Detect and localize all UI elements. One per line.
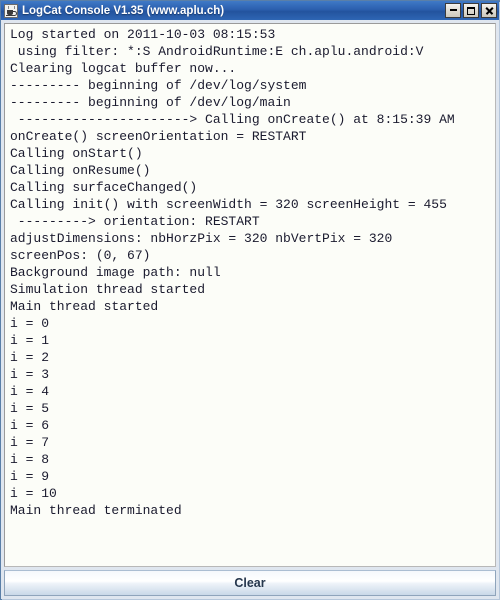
log-line: Calling onStart() bbox=[10, 146, 143, 161]
log-line: Simulation thread started bbox=[10, 282, 206, 297]
log-line: Main thread terminated bbox=[10, 503, 182, 518]
window-content: Log started on 2011-10-03 08:15:53 using… bbox=[1, 20, 499, 599]
log-line: onCreate() screenOrientation = RESTART bbox=[10, 129, 307, 144]
button-bar: Clear bbox=[4, 567, 496, 596]
log-line: --------- beginning of /dev/log/main bbox=[10, 95, 291, 110]
window-titlebar[interactable]: LogCat Console V1.35 (www.aplu.ch) bbox=[1, 1, 499, 20]
window-controls bbox=[445, 3, 497, 18]
log-line: screenPos: (0, 67) bbox=[10, 248, 151, 263]
log-line: i = 9 bbox=[10, 469, 50, 484]
minimize-icon bbox=[449, 9, 457, 11]
log-line: i = 1 bbox=[10, 333, 50, 348]
log-line: Calling onResume() bbox=[10, 163, 151, 178]
log-line: i = 2 bbox=[10, 350, 50, 365]
log-output-area[interactable]: Log started on 2011-10-03 08:15:53 using… bbox=[4, 23, 496, 567]
log-line-list: Log started on 2011-10-03 08:15:53 using… bbox=[7, 26, 495, 519]
log-line: ---------> orientation: RESTART bbox=[10, 214, 260, 229]
logcat-console-window: LogCat Console V1.35 (www.aplu.ch) Log s… bbox=[0, 0, 500, 600]
log-line: Main thread started bbox=[10, 299, 159, 314]
log-line: i = 0 bbox=[10, 316, 50, 331]
log-line: i = 4 bbox=[10, 384, 50, 399]
maximize-button[interactable] bbox=[463, 3, 479, 18]
log-line: i = 10 bbox=[10, 486, 57, 501]
minimize-button[interactable] bbox=[445, 3, 461, 18]
log-line: --------- beginning of /dev/log/system bbox=[10, 78, 307, 93]
window-title: LogCat Console V1.35 (www.aplu.ch) bbox=[22, 4, 225, 17]
clear-button[interactable]: Clear bbox=[4, 570, 496, 596]
log-line: Calling surfaceChanged() bbox=[10, 180, 198, 195]
log-line: Background image path: null bbox=[10, 265, 221, 280]
maximize-icon bbox=[467, 6, 475, 15]
log-line: i = 6 bbox=[10, 418, 50, 433]
java-coffee-cup-icon bbox=[4, 3, 18, 18]
log-line: i = 5 bbox=[10, 401, 50, 416]
log-line: i = 8 bbox=[10, 452, 50, 467]
close-button[interactable] bbox=[481, 3, 497, 18]
log-line: Clearing logcat buffer now... bbox=[10, 61, 237, 76]
log-line: Calling init() with screenWidth = 320 sc… bbox=[10, 197, 447, 212]
log-line: ----------------------> Calling onCreate… bbox=[10, 112, 455, 127]
log-line: Log started on 2011-10-03 08:15:53 bbox=[10, 27, 276, 42]
log-line: i = 7 bbox=[10, 435, 50, 450]
log-line: using filter: *:S AndroidRuntime:E ch.ap… bbox=[10, 44, 424, 59]
log-line: i = 3 bbox=[10, 367, 50, 382]
log-line: adjustDimensions: nbHorzPix = 320 nbVert… bbox=[10, 231, 393, 246]
